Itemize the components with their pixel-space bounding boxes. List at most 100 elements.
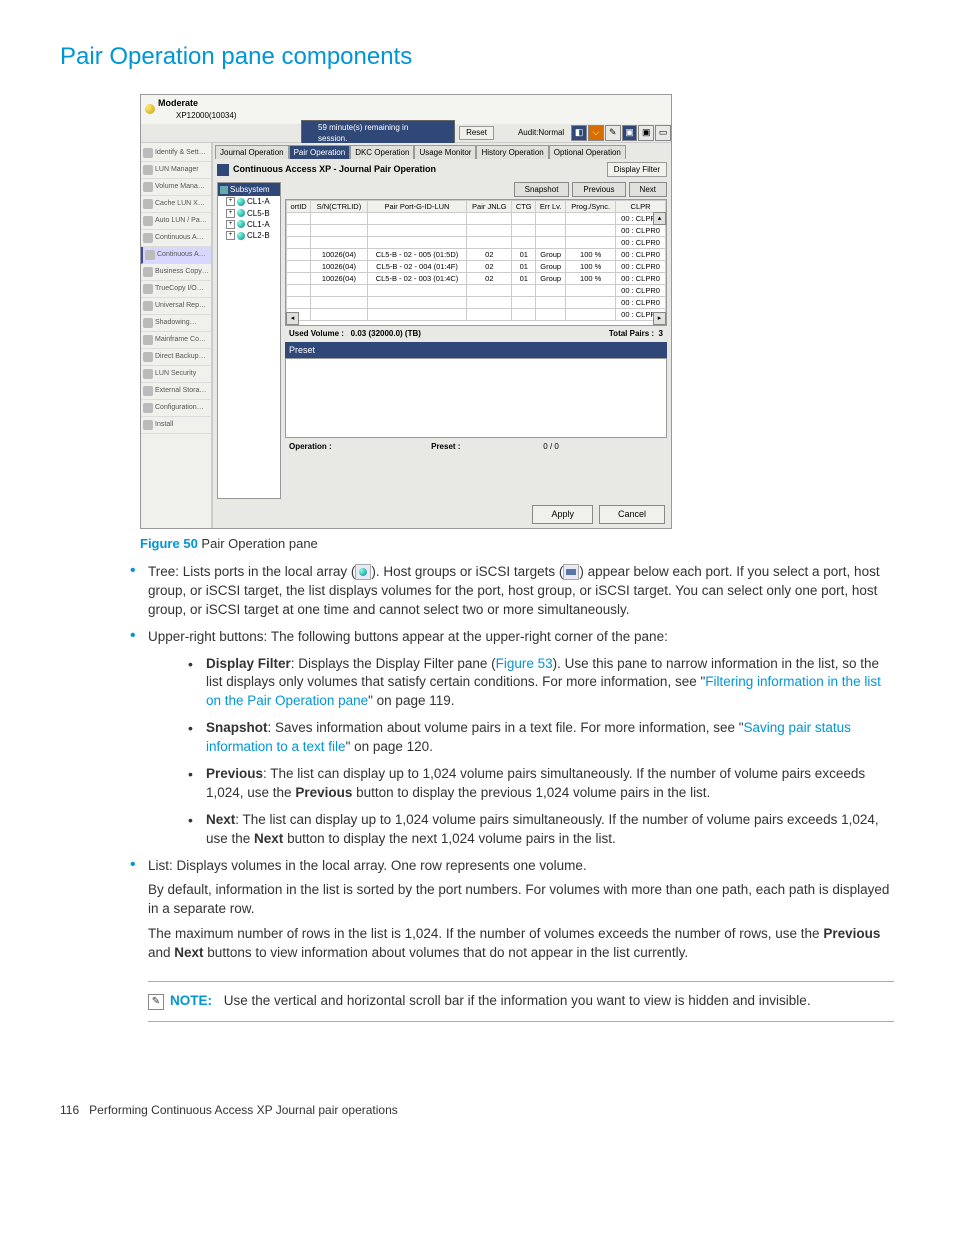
preset-value: 0 / 0 bbox=[543, 441, 559, 452]
list-para-2: The maximum number of rows in the list i… bbox=[148, 925, 894, 963]
sidebar-item[interactable]: Auto LUN / Pa… bbox=[141, 213, 211, 230]
sidebar-icon bbox=[143, 233, 153, 243]
column-header[interactable]: Err Lv. bbox=[536, 201, 566, 213]
reset-button[interactable]: Reset bbox=[459, 126, 494, 140]
tab[interactable]: Journal Operation bbox=[215, 145, 289, 159]
tree-root[interactable]: Subsystem bbox=[218, 183, 280, 196]
figure-container: Moderate XP12000(10034) 59 minute(s) rem… bbox=[140, 94, 894, 553]
tree-node[interactable]: +CL5-B bbox=[218, 208, 280, 219]
footer-buttons: Apply Cancel bbox=[213, 501, 671, 528]
operation-label: Operation : bbox=[289, 442, 332, 451]
tree-panel[interactable]: Subsystem +CL1-A+CL5-B+CL1-A+CL2-B bbox=[217, 182, 281, 499]
tab[interactable]: History Operation bbox=[476, 145, 548, 159]
sidebar-icon bbox=[143, 148, 153, 158]
sidebar-icon bbox=[143, 267, 153, 277]
sidebar-item[interactable]: Configuration… bbox=[141, 400, 211, 417]
tab[interactable]: DKC Operation bbox=[350, 145, 414, 159]
sidebar-item[interactable]: Direct Backup… bbox=[141, 349, 211, 366]
table-row[interactable]: 10026(04)CL5-B - 02 - 005 (01:5D)0201Gro… bbox=[287, 249, 666, 261]
sidebar-item[interactable]: Continuous A… bbox=[141, 247, 211, 264]
table-row[interactable]: 00 : CLPR0 bbox=[287, 237, 666, 249]
previous-button[interactable]: Previous bbox=[572, 182, 625, 197]
preset-area bbox=[285, 358, 667, 438]
display-filter-button[interactable]: Display Filter bbox=[607, 162, 667, 177]
sidebar-item[interactable]: Cache LUN X… bbox=[141, 196, 211, 213]
next-button[interactable]: Next bbox=[629, 182, 667, 197]
sub-display-filter: Display Filter: Displays the Display Fil… bbox=[188, 655, 894, 712]
column-header[interactable]: Pair JNLG bbox=[467, 201, 512, 213]
tab[interactable]: Usage Monitor bbox=[414, 145, 476, 159]
sidebar-icon bbox=[143, 386, 153, 396]
table-row[interactable]: 00 : CLPR0 bbox=[287, 213, 666, 225]
table-row[interactable]: 00 : CLPR0 bbox=[287, 297, 666, 309]
table-row[interactable]: 10026(04)CL5-B - 02 - 003 (01:4C)0201Gro… bbox=[287, 273, 666, 285]
sidebar-item[interactable]: Business Copy… bbox=[141, 264, 211, 281]
table-row[interactable]: 00 : CLPR0 bbox=[287, 225, 666, 237]
volume-table: ortIDS/N(CTRLID)Pair Port-G-ID-LUNPair J… bbox=[286, 200, 666, 321]
sidebar-item[interactable]: Continuous A… bbox=[141, 230, 211, 247]
column-header[interactable]: Pair Port-G-ID-LUN bbox=[367, 201, 467, 213]
pane-header-icon bbox=[217, 164, 229, 176]
note-label: NOTE: bbox=[170, 993, 212, 1008]
note-text: Use the vertical and horizontal scroll b… bbox=[224, 993, 811, 1008]
sidebar-item[interactable]: Identify & Sett… bbox=[141, 145, 211, 162]
host-group-icon bbox=[563, 564, 579, 580]
column-header[interactable]: CLPR bbox=[616, 201, 666, 213]
apply-button[interactable]: Apply bbox=[532, 505, 593, 524]
expand-icon[interactable]: + bbox=[226, 231, 235, 240]
window-subtitle: XP12000(10034) bbox=[158, 111, 237, 120]
sidebar-item[interactable]: External Stora… bbox=[141, 383, 211, 400]
table-row[interactable]: 10026(04)CL5-B - 02 - 004 (01:4F)0201Gro… bbox=[287, 261, 666, 273]
tree-node[interactable]: +CL1-A bbox=[218, 196, 280, 207]
toolbar-icon-1[interactable]: ◧ bbox=[571, 125, 587, 141]
pane-title: Continuous Access XP - Journal Pair Oper… bbox=[233, 163, 607, 176]
sidebar-icon bbox=[143, 301, 153, 311]
sidebar-icon bbox=[143, 420, 153, 430]
total-pairs-value: 3 bbox=[659, 329, 663, 338]
used-volume-label: Used Volume : bbox=[289, 329, 344, 338]
snapshot-button[interactable]: Snapshot bbox=[514, 182, 570, 197]
preset-header: Preset bbox=[285, 342, 667, 359]
column-header[interactable]: CTG bbox=[512, 201, 536, 213]
expand-icon[interactable]: + bbox=[226, 209, 235, 218]
sidebar-item[interactable]: TrueCopy I/O… bbox=[141, 281, 211, 298]
tab[interactable]: Optional Operation bbox=[549, 145, 626, 159]
sidebar-item[interactable]: Install bbox=[141, 417, 211, 434]
tree-node[interactable]: +CL1-A bbox=[218, 219, 280, 230]
scroll-right-icon[interactable]: ▸ bbox=[653, 312, 666, 325]
expand-icon[interactable]: + bbox=[226, 220, 235, 229]
upper-right-buttons: Snapshot Previous Next bbox=[285, 182, 667, 197]
toolbar-icon-4[interactable]: ▣ bbox=[622, 125, 638, 141]
link-figure-53[interactable]: Figure 53 bbox=[496, 656, 553, 671]
sub-next: Next: The list can display up to 1,024 v… bbox=[188, 811, 894, 849]
sidebar-item[interactable]: Universal Rep… bbox=[141, 298, 211, 315]
table-row[interactable]: 00 : CLPR0 bbox=[287, 285, 666, 297]
scroll-left-icon[interactable]: ◂ bbox=[286, 312, 299, 325]
tree-node[interactable]: +CL2-B bbox=[218, 230, 280, 241]
scroll-up-icon[interactable]: ▴ bbox=[653, 212, 666, 225]
toolbar-icon-2[interactable]: ⌵ bbox=[588, 125, 604, 141]
sidebar-item[interactable]: LUN Manager bbox=[141, 162, 211, 179]
used-volume-value: 0.03 (32000.0) (TB) bbox=[351, 329, 421, 338]
sidebar-item[interactable]: LUN Security bbox=[141, 366, 211, 383]
summary-row: Used Volume : 0.03 (32000.0) (TB) Total … bbox=[285, 326, 667, 341]
expand-icon[interactable]: + bbox=[226, 197, 235, 206]
column-header[interactable]: S/N(CTRLID) bbox=[311, 201, 367, 213]
sidebar-item[interactable]: Mainframe Co… bbox=[141, 332, 211, 349]
column-header[interactable]: Prog./Sync. bbox=[566, 201, 616, 213]
sidebar-item[interactable]: Volume Mana… bbox=[141, 179, 211, 196]
toolbar-icon-6[interactable]: ▭ bbox=[655, 125, 671, 141]
port-icon bbox=[237, 198, 245, 206]
cancel-button[interactable]: Cancel bbox=[599, 505, 665, 524]
column-header[interactable]: ortID bbox=[287, 201, 311, 213]
tab[interactable]: Pair Operation bbox=[289, 145, 351, 159]
toolbar-icon-5[interactable]: ▣ bbox=[638, 125, 654, 141]
toolbar-icon-3[interactable]: ✎ bbox=[605, 125, 621, 141]
sidebar-item[interactable]: Shadowing… bbox=[141, 315, 211, 332]
sub-bullet-list: Display Filter: Displays the Display Fil… bbox=[188, 655, 894, 849]
tab-row: Journal OperationPair OperationDKC Opera… bbox=[213, 143, 671, 159]
table-row[interactable]: 00 : CLPR0 bbox=[287, 309, 666, 321]
audit-status: Audit:Normal bbox=[512, 127, 570, 139]
note-icon: ✎ bbox=[148, 994, 164, 1010]
sub-snapshot: Snapshot: Saves information about volume… bbox=[188, 719, 894, 757]
